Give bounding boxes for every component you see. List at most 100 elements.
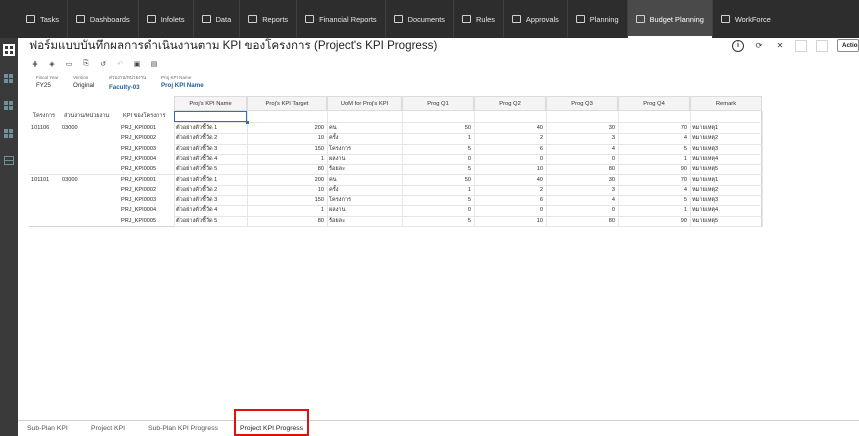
grid-cell[interactable]: ร้อยละ [329,216,402,226]
grid-cell[interactable]: หมายเหตุ3 [692,144,762,154]
adjust-icon[interactable]: ▣ [131,59,143,69]
grid-cell[interactable]: 30 [548,123,618,133]
actions-button[interactable]: Actions [837,39,859,52]
grid-cell[interactable]: 80 [249,164,327,174]
nav-budget-planning[interactable]: Budget Planning [626,0,712,38]
grid-options-icon[interactable]: ⋕ [29,59,41,69]
grid-cell[interactable]: 0 [548,154,618,164]
grid-cell[interactable]: 1 [404,133,474,143]
grid-cell[interactable]: 0 [404,205,474,215]
grid-cell[interactable]: หมายเหตุ5 [692,164,762,174]
grid-cell[interactable]: 30 [548,175,618,185]
grid-cell[interactable]: 1 [620,205,690,215]
nav-rules[interactable]: Rules [453,0,503,38]
table-icon[interactable] [3,155,15,167]
grid-cell[interactable]: หมายเหตุ1 [692,175,762,185]
column-header[interactable]: Prog Q4 [618,96,690,111]
grid-cell[interactable]: 1 [249,154,327,164]
column-header[interactable]: Prog Q3 [546,96,618,111]
grid-cell[interactable]: โครงการ [329,195,402,205]
grid-cell[interactable]: 50 [404,175,474,185]
grid-cell[interactable]: 70 [620,123,690,133]
grid-cell[interactable]: หมายเหตุ4 [692,154,762,164]
grid-cell[interactable]: 10 [249,133,327,143]
grid-cell[interactable]: 40 [476,123,546,133]
grid-cell[interactable]: 5 [620,144,690,154]
grid-cell[interactable]: 5 [404,195,474,205]
column-header[interactable]: Remark [690,96,762,111]
refresh-icon[interactable]: ⟳ [753,40,765,52]
grid-cell[interactable]: ตัวอย่างตัวชี้วัด 3 [176,144,247,154]
form-grid-icon[interactable] [3,44,15,56]
layers-icon[interactable]: ◈ [46,59,58,69]
tab-project-kpi[interactable]: Project KPI [91,425,125,432]
pov-fiscal-year[interactable]: Fiscal Year FY25 [36,75,58,89]
grid-cell[interactable]: 150 [249,144,327,154]
grid-cell[interactable]: ครั้ง [329,133,402,143]
disabled-action-icon[interactable] [816,39,828,52]
grid-cell[interactable]: 4 [620,133,690,143]
grid-cell[interactable]: 80 [548,216,618,226]
nav-financial-reports[interactable]: Financial Reports [296,0,385,38]
grid-cell[interactable]: 2 [476,185,546,195]
grid-cell[interactable]: 3 [548,133,618,143]
grid-cell[interactable]: ตัวอย่างตัวชี้วัด 2 [176,133,247,143]
grid-cell[interactable]: หมายเหตุ5 [692,216,762,226]
grid-cell[interactable]: ตัวอย่างตัวชี้วัด 5 [176,164,247,174]
grid-cell[interactable]: โครงการ [329,144,402,154]
grid-cell[interactable]: ผลงาน [329,154,402,164]
export-icon[interactable]: ▤ [148,59,160,69]
nav-data[interactable]: Data [192,0,240,38]
grid-cell[interactable]: คน [329,123,402,133]
grid-cell[interactable]: ครั้ง [329,185,402,195]
grid-cell[interactable]: 3 [548,185,618,195]
grid-cell[interactable]: 70 [620,175,690,185]
grid-cell[interactable]: 150 [249,195,327,205]
grid-cell[interactable]: ตัวอย่างตัวชี้วัด 1 [176,123,247,133]
column-header[interactable]: UoM for Proj's KPI [327,96,402,111]
grid-cell[interactable]: 6 [476,144,546,154]
grid-cell[interactable]: 80 [249,216,327,226]
save-icon[interactable] [795,39,807,52]
grid-cell[interactable]: คน [329,175,402,185]
nav-reports[interactable]: Reports [239,0,296,38]
history-icon[interactable]: ↺ [97,59,109,69]
grid-cell[interactable]: 5 [404,216,474,226]
grid-cell[interactable]: หมายเหตุ4 [692,205,762,215]
pov-entity[interactable]: ส่วนงาน/หน่วยงาน Faculty-03 [109,75,146,91]
column-header[interactable]: Prog Q2 [474,96,546,111]
grid-cell[interactable]: ตัวอย่างตัวชี้วัด 5 [176,216,247,226]
grid-cell[interactable]: 1 [404,185,474,195]
grid-cell[interactable]: 4 [548,144,618,154]
selected-cell[interactable] [174,111,249,124]
grid-cell[interactable]: หมายเหตุ1 [692,123,762,133]
column-header[interactable]: Proj's KPI Name [174,96,247,111]
grid-cell[interactable]: 90 [620,164,690,174]
grid-cell[interactable]: ตัวอย่างตัวชี้วัด 1 [176,175,247,185]
grid-cell[interactable]: หมายเหตุ2 [692,185,762,195]
grid-cell[interactable]: 0 [404,154,474,164]
tab-sub-plan-kpi[interactable]: Sub-Plan KPI [27,425,68,432]
grid-cell[interactable]: 200 [249,175,327,185]
grid-cell[interactable]: 4 [620,185,690,195]
grid-cell[interactable]: 10 [249,185,327,195]
pov-kpi-name[interactable]: Proj KPI Name Proj KPI Name [161,75,204,89]
column-header[interactable]: Prog Q1 [402,96,474,111]
pov-version[interactable]: Version Original [73,75,94,89]
grid-cell[interactable]: 1 [249,205,327,215]
form-grid-icon-3[interactable] [3,99,15,111]
grid-cell[interactable]: 2 [476,133,546,143]
grid-cell[interactable]: 80 [548,164,618,174]
tab-sub-plan-kpi-progress[interactable]: Sub-Plan KPI Progress [148,425,218,432]
grid-cell[interactable]: 5 [620,195,690,205]
close-icon[interactable]: ✕ [774,40,786,52]
grid-cell[interactable]: 0 [476,154,546,164]
nav-tasks[interactable]: Tasks [18,0,67,38]
nav-planning[interactable]: Planning [566,0,627,38]
column-header[interactable]: Proj's KPI Target [247,96,327,111]
grid-cell[interactable]: 40 [476,175,546,185]
grid-cell[interactable]: ร้อยละ [329,164,402,174]
attachment-icon[interactable]: ⎘ [80,59,92,69]
grid-cell[interactable]: ตัวอย่างตัวชี้วัด 4 [176,154,247,164]
grid-cell[interactable]: ผลงาน [329,205,402,215]
